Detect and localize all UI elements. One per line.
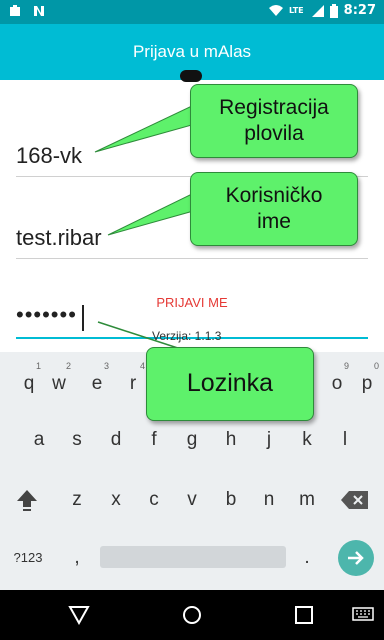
key-r[interactable]: 4r <box>118 361 148 406</box>
key-v[interactable]: v <box>177 478 207 522</box>
battery-icon <box>329 3 338 18</box>
version-label: Verzija: 1.1.3 <box>152 329 222 343</box>
app-logo <box>180 70 202 82</box>
username-value: test.ribar <box>16 225 102 250</box>
key-a[interactable]: a <box>24 418 54 462</box>
signal-icon <box>311 4 324 17</box>
password-value: ••••••• <box>16 302 77 327</box>
key-comma[interactable]: , <box>62 536 92 580</box>
text-cursor <box>82 305 84 331</box>
arrow-right-icon <box>348 551 364 565</box>
key-d[interactable]: d <box>101 418 131 462</box>
status-bar: LTE 8:27 <box>0 0 384 24</box>
backspace-icon <box>341 491 368 509</box>
callout-password: Lozinka <box>146 347 314 421</box>
key-w[interactable]: 2w <box>44 361 74 406</box>
key-x[interactable]: x <box>101 478 131 522</box>
key-j[interactable]: j <box>254 418 284 462</box>
back-button[interactable] <box>68 605 90 625</box>
shift-icon <box>17 490 37 511</box>
symbols-key[interactable]: ?123 <box>8 536 48 580</box>
key-o[interactable]: 9o <box>322 361 352 406</box>
keyboard-switch-icon[interactable] <box>352 607 374 623</box>
navigation-bar <box>0 590 384 640</box>
key-z[interactable]: z <box>62 478 92 522</box>
field-underline <box>16 258 368 259</box>
login-button[interactable]: PRIJAVI ME <box>130 292 254 314</box>
shift-key[interactable] <box>12 478 42 522</box>
key-s[interactable]: s <box>62 418 92 462</box>
key-n[interactable]: n <box>254 478 284 522</box>
status-time: 8:27 <box>343 3 376 18</box>
n-logo-icon <box>34 6 44 16</box>
callout-registration: Registracija plovila <box>190 84 358 158</box>
callout-username: Korisničko ime <box>190 172 358 246</box>
app-title: Prijava u mAlas <box>132 42 252 61</box>
key-k[interactable]: k <box>292 418 322 462</box>
vessel-registration-value: 168-vk <box>16 143 83 168</box>
key-p[interactable]: 0p <box>352 361 382 406</box>
backspace-key[interactable] <box>340 478 370 522</box>
enter-key[interactable] <box>338 540 374 576</box>
key-b[interactable]: b <box>216 478 246 522</box>
key-q[interactable]: 1q <box>14 361 44 406</box>
key-g[interactable]: g <box>177 418 207 462</box>
notification-icon <box>10 5 20 16</box>
key-c[interactable]: c <box>139 478 169 522</box>
key-period[interactable]: . <box>292 536 322 580</box>
wifi-icon <box>268 4 283 16</box>
key-h[interactable]: h <box>216 418 246 462</box>
key-l[interactable]: l <box>330 418 360 462</box>
lte-label: LTE <box>288 6 304 15</box>
home-button[interactable] <box>182 605 202 625</box>
key-f[interactable]: f <box>139 418 169 462</box>
key-m[interactable]: m <box>292 478 322 522</box>
key-e[interactable]: 3e <box>82 361 112 406</box>
recents-button[interactable] <box>294 605 314 625</box>
spacebar[interactable] <box>100 546 286 568</box>
